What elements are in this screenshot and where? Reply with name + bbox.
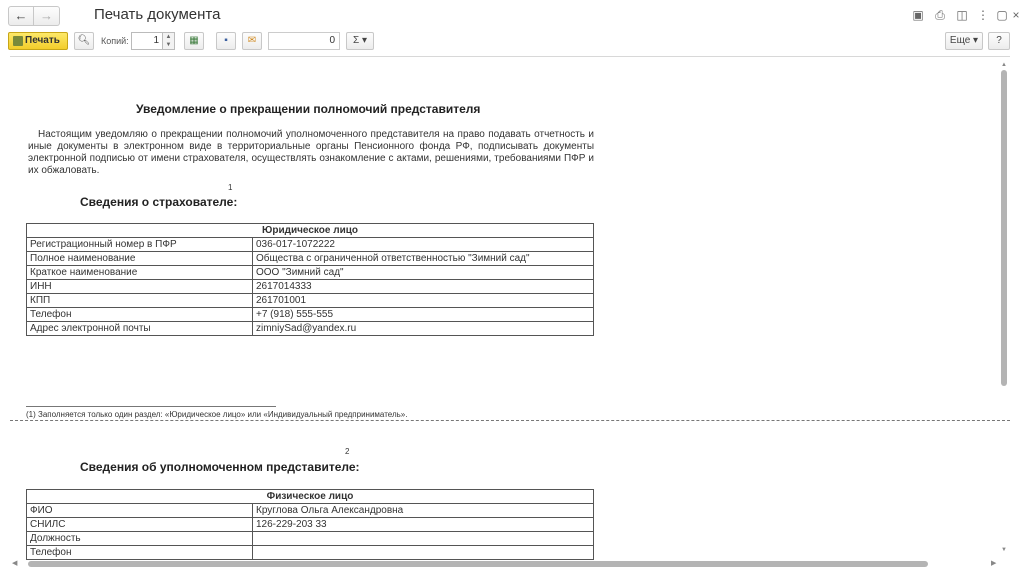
- table-row: Адрес электронной почты zimniySad@yandex.…: [26, 321, 594, 336]
- row-value: 126-229-203 33: [252, 517, 594, 532]
- table-row: ИНН 2617014333: [26, 279, 594, 294]
- send-email-button[interactable]: ✉: [242, 32, 262, 50]
- copies-input[interactable]: 1: [131, 32, 163, 50]
- row-value: [252, 545, 594, 560]
- floppy-icon: ▪: [224, 35, 228, 46]
- close-icon[interactable]: ×: [1008, 7, 1024, 23]
- row-label: Телефон: [26, 307, 253, 322]
- row-value: Круглова Ольга Александровна: [252, 503, 594, 518]
- help-button[interactable]: ?: [988, 32, 1010, 50]
- row-label: ИНН: [26, 279, 253, 294]
- sum-field[interactable]: 0: [268, 32, 340, 50]
- horizontal-scroll-thumb[interactable]: [28, 561, 928, 567]
- table-row: Регистрационный номер в ПФР 036-017-10722…: [26, 237, 594, 252]
- table-row: Телефон: [26, 545, 594, 560]
- document-title: Уведомление о прекращении полномочий пре…: [136, 102, 481, 116]
- row-label: Полное наименование: [26, 251, 253, 266]
- table-row: СНИЛС 126-229-203 33: [26, 517, 594, 532]
- table-row: Полное наименование Общества с ограниченн…: [26, 251, 594, 266]
- row-label: Адрес электронной почты: [26, 321, 253, 336]
- row-value: zimniySad@yandex.ru: [252, 321, 594, 336]
- document-area[interactable]: Уведомление о прекращении полномочий пре…: [10, 56, 1010, 569]
- save-button[interactable]: ▪: [216, 32, 236, 50]
- copies-stepper[interactable]: ▲ ▼: [163, 32, 175, 50]
- print-button[interactable]: Печать: [8, 32, 68, 50]
- intro-paragraph: Настоящим уведомляю о прекращении полном…: [28, 129, 594, 176]
- row-label: СНИЛС: [26, 517, 253, 532]
- vertical-scrollbar[interactable]: [1000, 70, 1008, 554]
- printer-icon[interactable]: ⎙: [932, 7, 948, 23]
- page-break-line: [10, 420, 1010, 421]
- toolbar: Печать 🔍︎ Копий: 1 ▲ ▼ ▦ ▪ ✉ 0 Σ ▾ Еще ▾ …: [0, 30, 1024, 52]
- printer-icon: [13, 36, 23, 46]
- horizontal-scrollbar[interactable]: [10, 560, 1000, 568]
- footnote-marker-1: 1: [228, 183, 233, 192]
- table-header: Физическое лицо: [26, 489, 594, 504]
- row-label: ФИО: [26, 503, 253, 518]
- table-row: Должность: [26, 531, 594, 546]
- table-row: ФИО Круглова Ольга Александровна: [26, 503, 594, 518]
- row-value: [252, 531, 594, 546]
- scroll-right-arrow[interactable]: ▶: [991, 559, 996, 567]
- copies-label: Копий:: [101, 36, 129, 46]
- more-button[interactable]: Еще ▾: [945, 32, 983, 50]
- footnote-marker-2: 2: [345, 447, 350, 456]
- row-value: +7 (918) 555-555: [252, 307, 594, 322]
- row-label: Регистрационный номер в ПФР: [26, 237, 253, 252]
- magnifier-icon: 🔍︎: [77, 35, 91, 46]
- sum-button[interactable]: Σ ▾: [346, 32, 374, 50]
- scroll-down-arrow[interactable]: ▼: [1000, 547, 1008, 553]
- print-preview-button[interactable]: 🔍︎: [74, 32, 94, 50]
- scroll-up-arrow[interactable]: ▲: [1000, 62, 1008, 68]
- row-label: КПП: [26, 293, 253, 308]
- vertical-scroll-thumb[interactable]: [1001, 70, 1007, 386]
- section-heading-insurer: Сведения о страхователе:: [80, 195, 238, 209]
- row-value: ООО "Зимний сад": [252, 265, 594, 280]
- table-edit-icon: ▦: [189, 35, 199, 46]
- title-bar: ← → Печать документа ▣ ⎙ ◫ ⋮ ▢ ×: [0, 0, 1024, 30]
- representative-table: Физическое лицо ФИО Круглова Ольга Алекса…: [26, 489, 594, 560]
- more-vertical-icon[interactable]: ⋮: [975, 7, 991, 23]
- table-row: КПП 261701001: [26, 293, 594, 308]
- forward-button[interactable]: →: [34, 6, 60, 26]
- section-heading-representative: Сведения об уполномоченном представителе…: [80, 460, 360, 474]
- row-value: 036-017-1072222: [252, 237, 594, 252]
- preview-icon[interactable]: ◫: [954, 7, 970, 23]
- insurer-table: Юридическое лицо Регистрационный номер в…: [26, 223, 594, 336]
- back-button[interactable]: ←: [8, 6, 34, 26]
- row-value: Общества с ограниченной ответственностью…: [252, 251, 594, 266]
- window-title: Печать документа: [94, 6, 221, 23]
- arrow-left-icon: ←: [14, 8, 28, 23]
- table-header: Юридическое лицо: [26, 223, 594, 238]
- row-value: 2617014333: [252, 279, 594, 294]
- edit-table-button[interactable]: ▦: [184, 32, 204, 50]
- footnote-divider: [26, 406, 276, 407]
- row-label: Должность: [26, 531, 253, 546]
- row-value: 261701001: [252, 293, 594, 308]
- table-row: Телефон +7 (918) 555-555: [26, 307, 594, 322]
- footnote-text: (1) Заполняется только один раздел: «Юри…: [26, 410, 408, 419]
- print-button-label: Печать: [25, 35, 60, 46]
- envelope-icon: ✉: [247, 35, 257, 46]
- row-label: Краткое наименование: [26, 265, 253, 280]
- table-row: Краткое наименование ООО "Зимний сад": [26, 265, 594, 280]
- row-label: Телефон: [26, 545, 253, 560]
- save-icon[interactable]: ▣: [910, 7, 926, 23]
- arrow-right-icon: →: [40, 8, 53, 23]
